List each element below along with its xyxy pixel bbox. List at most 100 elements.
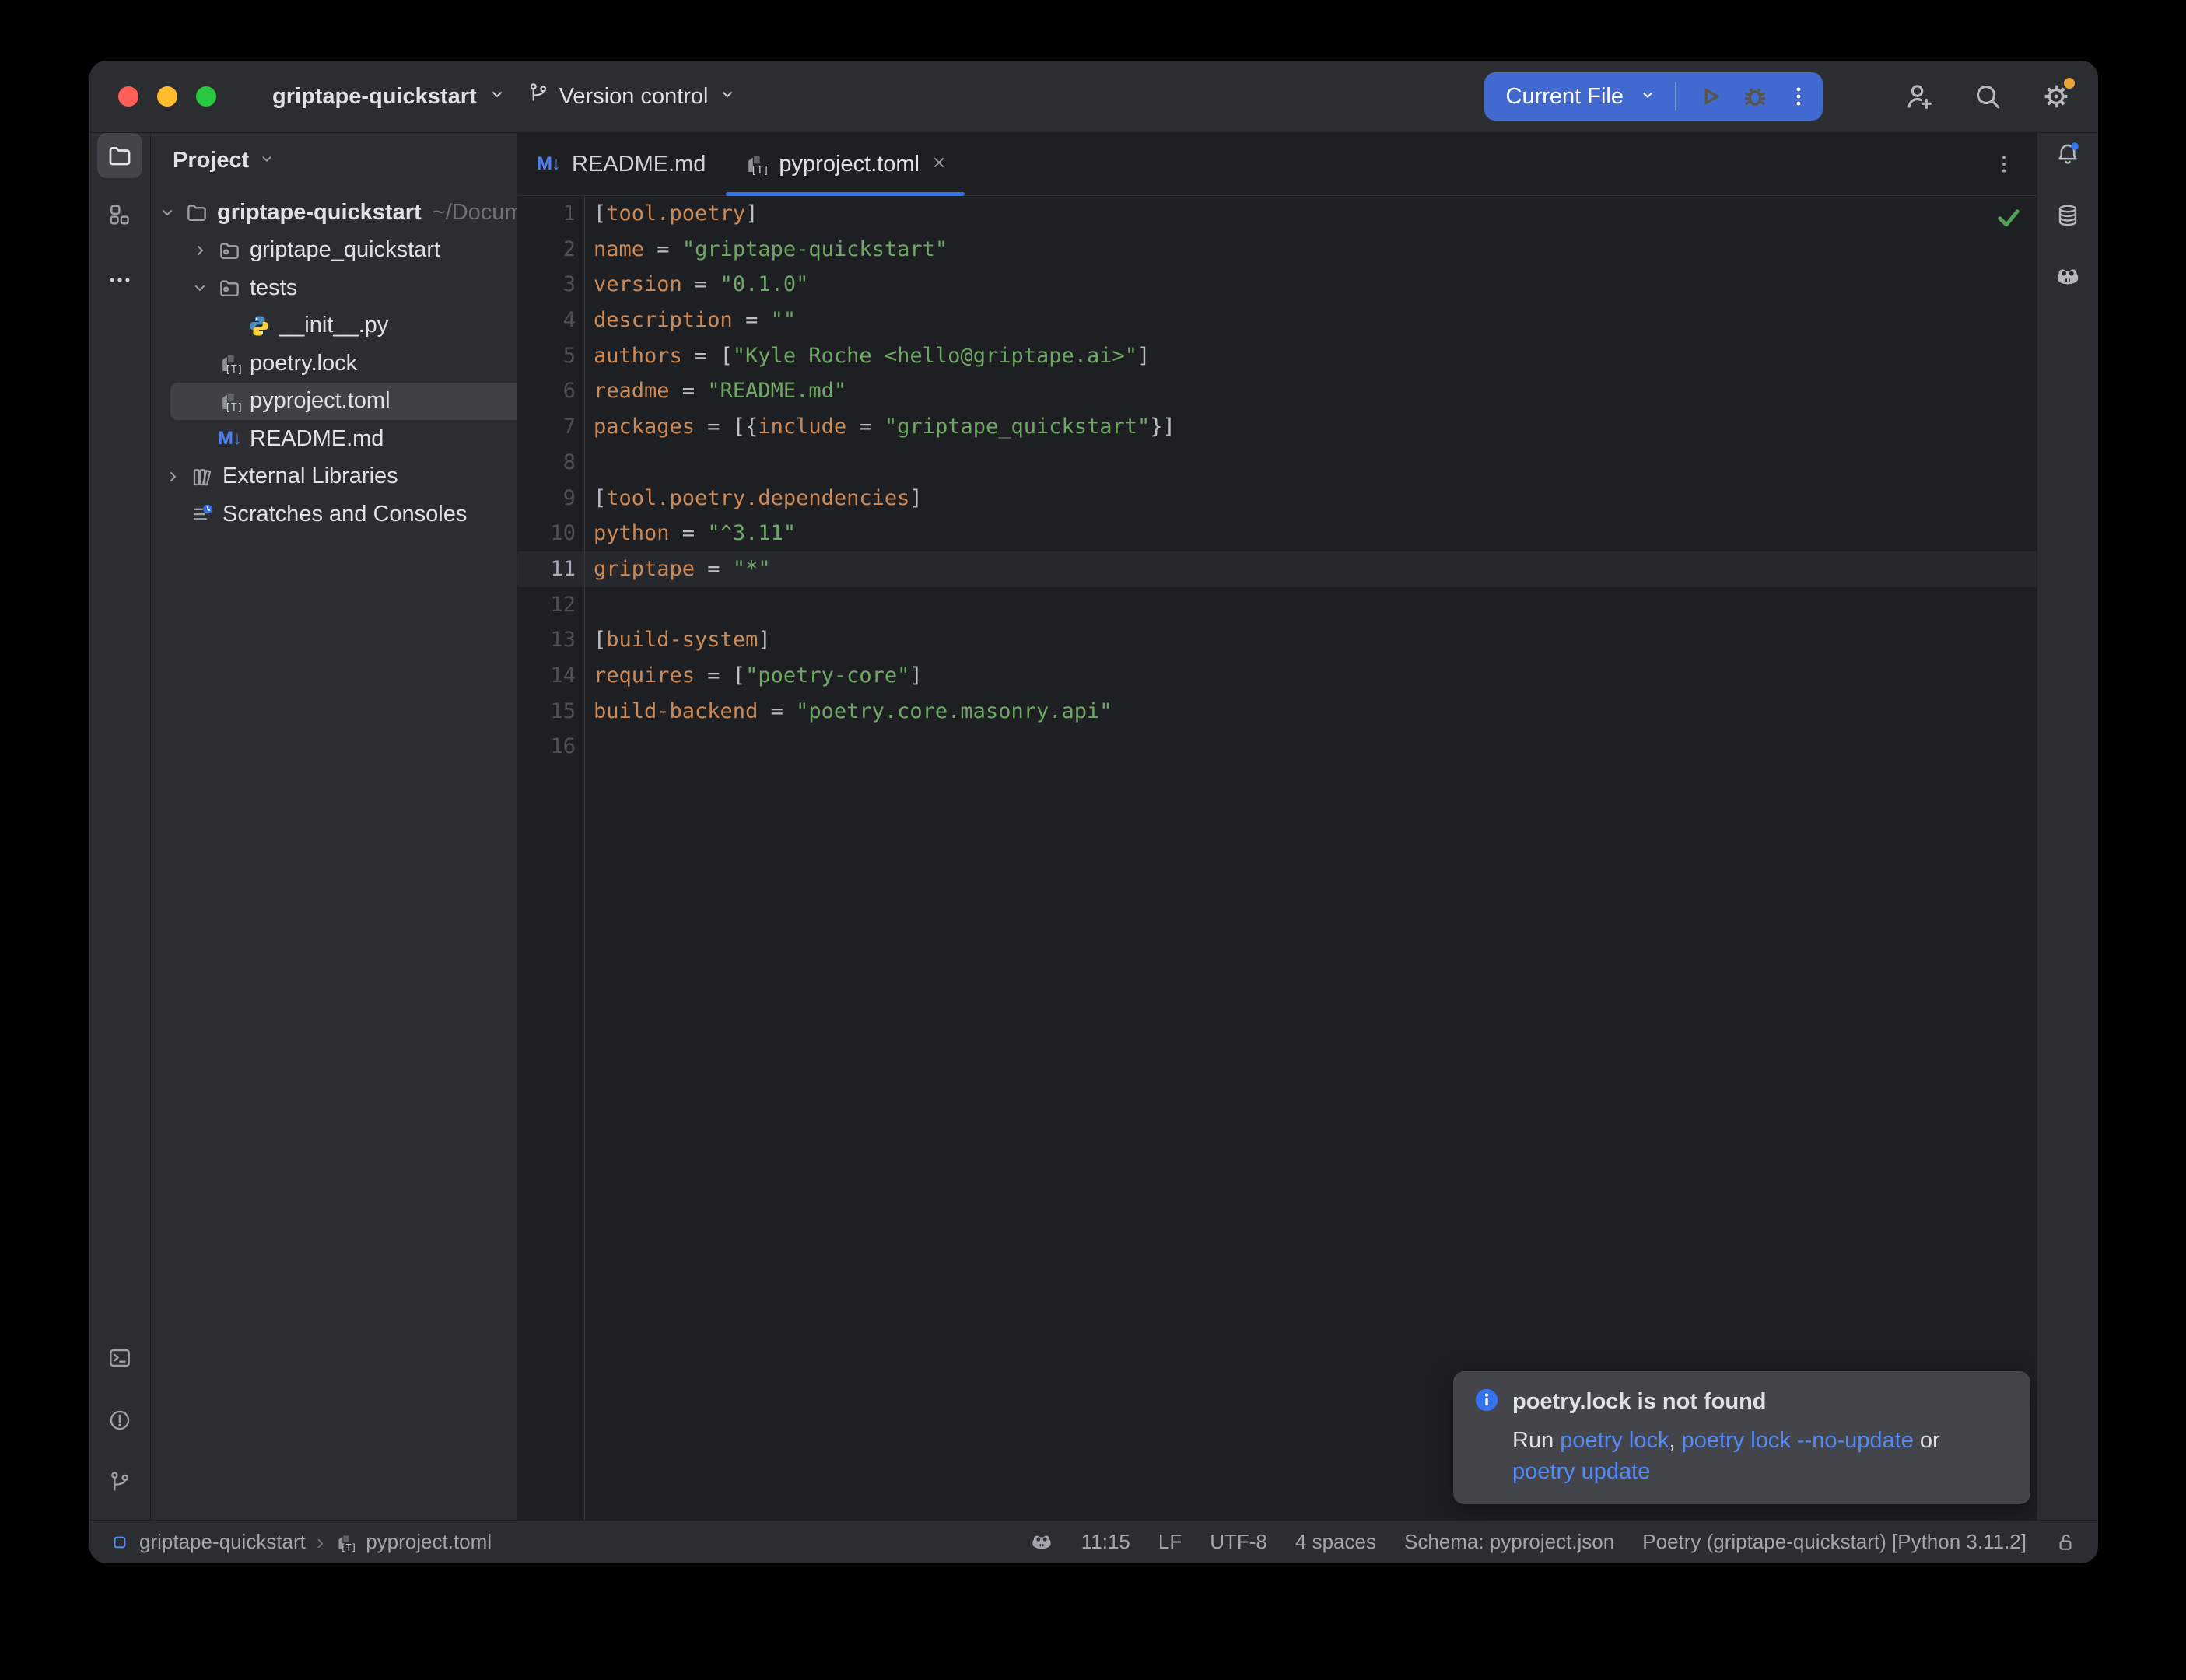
structure-tool-window-icon[interactable] [108,203,131,226]
line-number: 7 [517,409,584,445]
svg-text:[T]: [T] [341,1542,355,1552]
encoding-widget[interactable]: UTF-8 [1210,1530,1267,1554]
run-button[interactable] [1695,82,1725,111]
line-number: 16 [517,729,584,765]
line-separator-widget[interactable]: LF [1158,1530,1182,1554]
editor-options-kebab-icon[interactable] [1992,152,2016,177]
tree-item-label: tests [250,275,297,301]
tree-item-label: __init__.py [279,313,388,338]
chevron-down-icon[interactable] [191,278,217,297]
line-number: 8 [517,445,584,481]
ide-window: griptape-quickstart Version control Curr… [89,61,2098,1563]
chevron-right-icon[interactable] [163,467,190,486]
project-icon [111,1534,128,1551]
svg-text:[T]: [T] [225,364,241,375]
cursor-position-widget[interactable]: 11:15 [1081,1530,1130,1554]
more-actions-kebab-icon[interactable] [1785,83,1812,110]
breadcrumb-project[interactable]: griptape-quickstart [139,1530,306,1554]
chevron-right-icon[interactable] [191,241,217,260]
tab-readme-md[interactable]: M↓ README.md [517,133,724,195]
tree-item-init-py[interactable]: __init__.py [151,307,517,345]
project-tool-window-button[interactable] [97,133,142,178]
indent-widget[interactable]: 4 spaces [1295,1530,1376,1554]
breadcrumb-file[interactable]: pyproject.toml [366,1530,492,1554]
database-tool-window-icon[interactable] [2055,203,2080,228]
schema-widget[interactable]: Schema: pyproject.json [1404,1530,1614,1554]
interpreter-widget[interactable]: Poetry (griptape-quickstart) [Python 3.1… [1642,1530,2027,1554]
notification-text: or [1914,1428,1940,1453]
search-icon[interactable] [1972,81,2003,112]
more-tool-windows-icon[interactable] [107,267,133,293]
tree-item-poetry-lock[interactable]: [T] poetry.lock [151,345,517,383]
code-line: python = "^3.11" [594,516,2037,551]
tree-item-external-libraries[interactable]: External Libraries [151,458,517,496]
tree-item-label: README.md [250,426,384,452]
editor-surface[interactable]: 12345678910111213141516 [tool.poetry]nam… [517,196,2037,1520]
close-window-button[interactable] [118,86,138,107]
add-user-icon[interactable] [1904,81,1935,112]
tree-item-label: External Libraries [222,464,398,489]
svg-text:[T]: [T] [225,402,241,413]
tab-pyproject-toml[interactable]: [T] pyproject.toml [724,133,966,195]
main-content: Project griptape-quickstart ~/Docume gri… [89,133,2098,1520]
right-tool-stripe [2037,133,2098,1520]
line-number: 3 [517,267,584,303]
git-tool-window-icon[interactable] [107,1470,132,1495]
notification-link[interactable]: poetry lock [1560,1428,1669,1453]
package-folder-icon [217,275,242,300]
tree-item-label: poetry.lock [250,351,357,376]
vcs-widget[interactable]: Version control [527,82,737,111]
ai-assistant-icon[interactable] [2055,264,2081,290]
line-number: 11 [517,551,584,587]
tree-item-tests[interactable]: tests [151,269,517,307]
notification-link[interactable]: poetry update [1512,1459,1650,1484]
left-tool-stripe [89,133,151,1520]
problems-tool-window-icon[interactable] [107,1408,132,1433]
settings-notification-dot [2064,78,2075,89]
chevron-down-icon[interactable] [158,203,184,222]
window-controls [89,86,216,107]
copilot-icon[interactable] [1030,1531,1053,1554]
tree-item-pyproject-toml[interactable]: [T] pyproject.toml [170,383,517,421]
tree-item-scratches-and-consoles[interactable]: Scratches and Consoles [151,495,517,534]
debug-button[interactable] [1740,82,1770,111]
code-line: description = "" [594,303,2037,338]
code-line [594,587,2037,623]
tab-label: pyproject.toml [779,152,920,177]
tree-item-label: pyproject.toml [250,388,391,414]
tree-item-readme-md[interactable]: M↓ README.md [151,420,517,458]
project-panel: Project griptape-quickstart ~/Docume gri… [151,133,517,1520]
info-icon [1473,1387,1500,1417]
run-widget-divider [1675,82,1676,110]
tree-item-path: ~/Docume [433,200,517,226]
settings-gear-icon[interactable] [2041,81,2072,112]
minimize-window-button[interactable] [157,86,177,107]
toml-file-icon: [T] [743,152,768,177]
code-line: packages = [{include = "griptape_quickst… [594,409,2037,445]
terminal-tool-window-icon[interactable] [107,1346,132,1370]
tree-item-griptape-quickstart-package[interactable]: griptape_quickstart [151,232,517,270]
git-branch-icon [527,82,550,111]
inspections-ok-check-icon[interactable] [1995,204,2023,236]
notification-balloon[interactable]: poetry.lock is not found Run poetry lock… [1453,1371,2030,1504]
notifications-bell-icon[interactable] [2055,141,2081,167]
run-configuration-selector[interactable]: Current File [1506,84,1624,110]
package-folder-icon [217,238,242,263]
unlock-icon[interactable] [2055,1531,2076,1553]
project-switcher[interactable]: griptape-quickstart [272,84,506,110]
notification-link[interactable]: poetry lock --no-update [1682,1428,1914,1453]
project-panel-header[interactable]: Project [151,133,517,187]
titlebar-global-icons [1904,81,2098,112]
editor-tabbar: M↓ README.md [T] pyproject.toml [517,133,2037,196]
zoom-window-button[interactable] [196,86,216,107]
code-line: version = "0.1.0" [594,267,2037,303]
close-tab-icon[interactable] [930,152,948,177]
titlebar: griptape-quickstart Version control Curr… [89,61,2098,133]
scratches-icon [190,502,215,527]
tree-item-project-root[interactable]: griptape-quickstart ~/Docume [151,194,517,232]
code-line: name = "griptape-quickstart" [594,232,2037,268]
editor-gutter[interactable]: 12345678910111213141516 [517,196,585,1520]
folder-icon [184,200,209,225]
project-tree: griptape-quickstart ~/Docume griptape_qu… [151,187,517,534]
editor-code[interactable]: [tool.poetry]name = "griptape-quickstart… [585,196,2037,1520]
